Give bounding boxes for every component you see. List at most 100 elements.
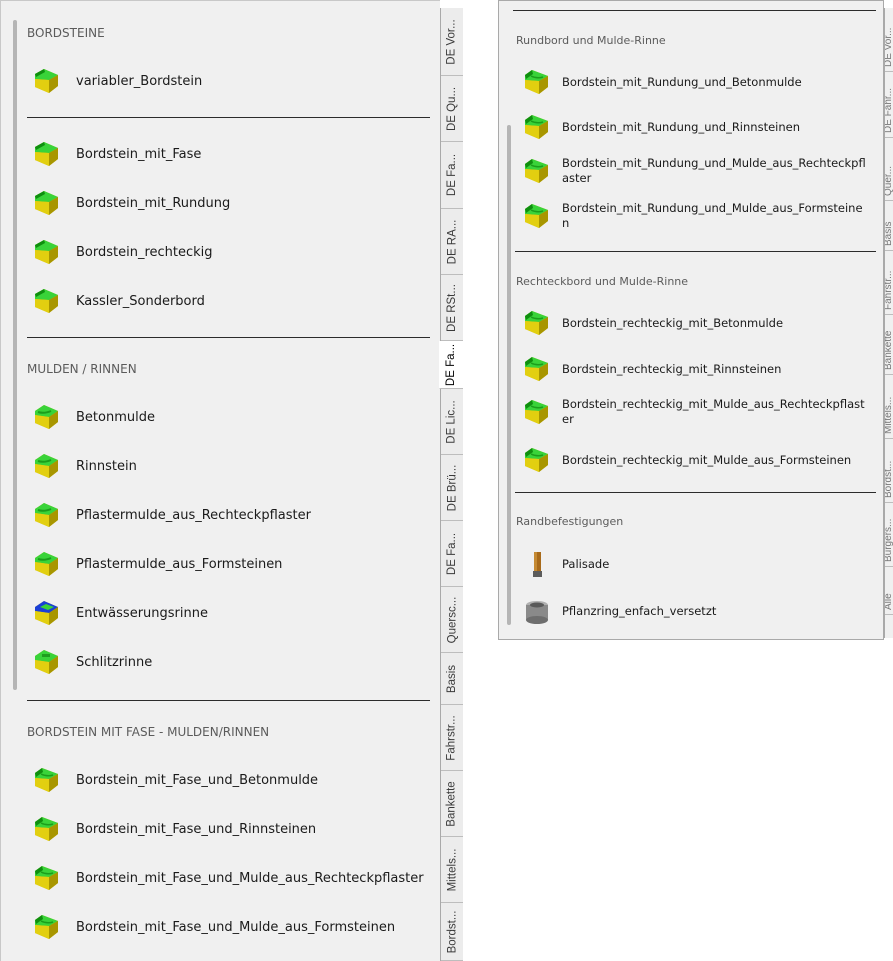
palette-tab[interactable]: DE Vor... <box>441 8 463 76</box>
tool-item[interactable]: Bordstein_mit_Rundung <box>32 188 230 218</box>
palette-tab[interactable]: Mittels... <box>441 837 463 903</box>
tool-item[interactable]: Bordstein_mit_Fase_und_Rinnsteinen <box>32 814 316 844</box>
palette-tab[interactable]: Mittels... <box>885 375 893 439</box>
tool-item[interactable]: Bordstein_rechteckig_mit_Rinnsteinen <box>522 354 867 384</box>
drain-channel-icon <box>32 598 62 628</box>
tool-item-label: Rinnstein <box>76 458 137 474</box>
curb-gutter-icon <box>522 445 552 475</box>
palette-tab[interactable]: DE Fa... <box>441 521 463 587</box>
tool-item-label: Bordstein_mit_Rundung <box>76 195 231 211</box>
tool-item-label: Bordstein_mit_Fase <box>76 146 202 162</box>
palette-tab-label: Bankette <box>885 330 893 370</box>
palette-tab[interactable]: DE Vor... <box>885 8 893 72</box>
tool-item[interactable]: Bordstein_rechteckig_mit_Betonmulde <box>522 308 867 338</box>
tool-item[interactable]: Bordstein_mit_Fase_und_Mulde_aus_Rechtec… <box>32 863 424 893</box>
tool-item[interactable]: Entwässerungsrinne <box>32 598 208 628</box>
curb-green-icon <box>32 237 62 267</box>
palette-tab[interactable]: DE Fahr... <box>885 72 893 138</box>
palette-tab-label: DE Qu... <box>446 86 459 131</box>
palette-tab-label: DE Fa... <box>445 343 458 386</box>
palette-tab[interactable]: Bankette <box>441 771 463 837</box>
tool-item-label: Betonmulde <box>76 409 155 425</box>
palette-tab[interactable]: DE Fa... <box>441 142 463 209</box>
tool-item[interactable]: Bordstein_rechteckig_mit_Mulde_aus_Forms… <box>522 445 867 475</box>
group-title-bordsteine: BORDSTEINE <box>27 26 105 40</box>
palette-tab[interactable]: Quersc... <box>441 587 463 653</box>
palette-tab[interactable]: DE Lic... <box>441 389 463 455</box>
group-separator <box>27 337 430 338</box>
right-palette-scrollbar[interactable] <box>507 125 511 625</box>
tool-item[interactable]: Palisade <box>522 549 867 579</box>
palette-tab-active[interactable]: DE Fa... <box>439 341 463 389</box>
group-separator <box>515 251 876 252</box>
palette-tab-label: DE Fahr... <box>885 87 893 133</box>
group-separator <box>513 10 876 11</box>
palette-tab[interactable]: Bordst... <box>441 903 463 961</box>
group-separator <box>515 492 876 493</box>
tool-item-label: Bordstein_rechteckig_mit_Mulde_aus_Forms… <box>562 452 852 467</box>
tool-item[interactable]: Bordstein_mit_Fase <box>32 139 201 169</box>
palette-tab-label: Bankette <box>446 780 458 827</box>
tool-item[interactable]: Schlitzrinne <box>32 647 152 677</box>
left-palette-scrollbar[interactable] <box>13 20 17 690</box>
tool-item[interactable]: Bordstein_mit_Fase_und_Betonmulde <box>32 765 318 795</box>
group-title-randbefestigungen: Randbefestigungen <box>516 515 624 528</box>
tool-item[interactable]: Bordstein_rechteckig_mit_Mulde_aus_Recht… <box>522 397 867 427</box>
palette-tab[interactable]: DE RSt... <box>441 275 463 341</box>
tool-item[interactable]: Bordstein_rechteckig <box>32 237 213 267</box>
tool-item-label: Bordstein_mit_Fase_und_Rinnsteinen <box>76 821 317 837</box>
palette-tab[interactable]: Basis <box>885 201 893 251</box>
tool-item-label: Bordstein_mit_Fase_und_Mulde_aus_Formste… <box>76 919 396 935</box>
tool-item-label: Kassler_Sonderbord <box>76 293 205 309</box>
palette-tab-label: Basis <box>885 221 893 246</box>
palette-tab[interactable]: DE Qu... <box>441 76 463 142</box>
palette-tab[interactable]: Bordst... <box>885 439 893 503</box>
palette-tab[interactable]: Fahrstr... <box>885 251 893 315</box>
tool-item[interactable]: variabler_Bordstein <box>32 66 202 96</box>
tool-item-label: Pflanzring_enfach_versetzt <box>562 603 717 618</box>
palette-tab[interactable]: Bürgers... <box>885 503 893 567</box>
left-palette-tab-strip: DE Vor... DE Qu... DE Fa... DE RA... DE … <box>439 8 463 961</box>
palette-tab-label: DE Vor... <box>885 27 893 67</box>
palette-tab-label: Bordst... <box>885 460 893 498</box>
curb-gutter-icon <box>522 201 552 231</box>
tool-item[interactable]: Kassler_Sonderbord <box>32 286 205 316</box>
tool-item[interactable]: Pflanzring_enfach_versetzt <box>522 596 867 626</box>
tool-item-label: Bordstein_mit_Rundung_und_Rinnsteinen <box>562 119 801 134</box>
right-palette-tab-strip: DE Vor... DE Fahr... Quer... Basis Fahrs… <box>884 8 893 638</box>
curb-gutter-icon <box>32 863 62 893</box>
tool-item-label: Palisade <box>562 556 610 571</box>
palette-tab[interactable]: DE RA... <box>441 209 463 275</box>
curb-gutter-icon <box>522 397 552 427</box>
curb-green-icon <box>32 286 62 316</box>
palette-tab[interactable]: Bankette <box>885 315 893 375</box>
tool-item[interactable]: Bordstein_mit_Rundung_und_Mulde_aus_Rech… <box>522 156 867 186</box>
tool-item-label: Bordstein_rechteckig_mit_Mulde_aus_Recht… <box>562 397 865 426</box>
palette-tab[interactable]: Fahrstr... <box>441 705 463 771</box>
palette-tab[interactable]: Alle <box>885 567 893 615</box>
tool-item[interactable]: Bordstein_mit_Rundung_und_Rinnsteinen <box>522 112 867 142</box>
tool-item[interactable]: Rinnstein <box>32 451 137 481</box>
curb-gutter-icon <box>32 912 62 942</box>
tool-item-label: variabler_Bordstein <box>76 73 203 89</box>
palette-tab[interactable]: DE Brü... <box>441 455 463 521</box>
palette-tab[interactable]: Quer... <box>885 138 893 201</box>
palette-tab-label: Mittels... <box>885 396 893 434</box>
group-separator <box>27 117 430 118</box>
tool-item[interactable]: Pflastermulde_aus_Formsteinen <box>32 549 282 579</box>
palette-tab[interactable]: Basis <box>441 653 463 705</box>
tool-item-label: Bordstein_mit_Rundung_und_Mulde_aus_Form… <box>562 201 863 230</box>
curb-gutter-icon <box>522 354 552 384</box>
tool-item[interactable]: Bordstein_mit_Rundung_und_Betonmulde <box>522 67 867 97</box>
tool-item-label: Schlitzrinne <box>76 654 153 670</box>
planting-ring-icon <box>522 596 552 626</box>
palette-tab-label: Quer... <box>885 165 893 196</box>
gutter-green-icon <box>32 451 62 481</box>
tool-item-label: Entwässerungsrinne <box>76 605 208 621</box>
tool-item[interactable]: Bordstein_mit_Rundung_und_Mulde_aus_Form… <box>522 201 867 231</box>
gutter-green-icon <box>32 500 62 530</box>
curb-gutter-icon <box>522 67 552 97</box>
tool-item[interactable]: Bordstein_mit_Fase_und_Mulde_aus_Formste… <box>32 912 395 942</box>
tool-item[interactable]: Pflastermulde_aus_Rechteckpflaster <box>32 500 311 530</box>
tool-item[interactable]: Betonmulde <box>32 402 155 432</box>
